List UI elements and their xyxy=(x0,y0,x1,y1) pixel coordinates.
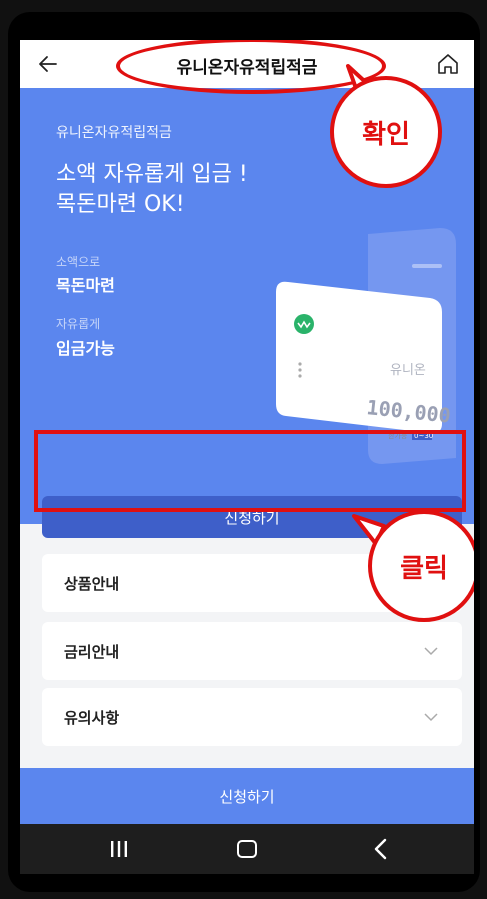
card-brand-text: 유니온 xyxy=(390,363,426,378)
click-callout: 클릭 xyxy=(368,510,474,622)
home-button-icon[interactable] xyxy=(235,837,259,861)
hero-product-name: 유니온자유적립적금 xyxy=(56,125,172,141)
accordion-notice[interactable]: 유의사항 xyxy=(42,688,462,746)
app-screen: 유니온자유적립적금 유니온자유적립적금 소액 자유롭게 입금 ! 목돈마련 OK… xyxy=(20,40,474,824)
chevron-down-icon xyxy=(424,647,438,656)
apply-button-highlight xyxy=(34,430,466,512)
accordion-label: 유의사항 xyxy=(64,709,120,727)
hero-headline-line1: 소액 자유롭게 입금 ! xyxy=(56,162,248,187)
hero-headline: 소액 자유롭게 입금 ! 목돈마련 OK! xyxy=(56,160,248,220)
feature-label-1: 소액으로 xyxy=(56,255,101,269)
feature-value-1: 목돈마련 xyxy=(56,276,115,295)
bottom-apply-button[interactable]: 신청하기 xyxy=(20,768,474,824)
confirm-callout: 확인 xyxy=(330,76,442,188)
accordion-label: 상품안내 xyxy=(64,575,120,593)
back-button-icon[interactable] xyxy=(370,837,392,861)
accordion-interest-info[interactable]: 금리안내 xyxy=(42,622,462,680)
feature-label-2: 자유롭게 xyxy=(56,317,101,331)
system-nav-bar xyxy=(20,824,474,874)
recent-apps-icon[interactable] xyxy=(108,838,130,860)
accordion-label: 금리안내 xyxy=(64,643,120,661)
hero-headline-line2: 목돈마련 OK! xyxy=(56,192,185,217)
home-icon[interactable] xyxy=(436,52,460,76)
feature-value-2: 입금가능 xyxy=(56,339,115,358)
chevron-down-icon xyxy=(424,713,438,722)
